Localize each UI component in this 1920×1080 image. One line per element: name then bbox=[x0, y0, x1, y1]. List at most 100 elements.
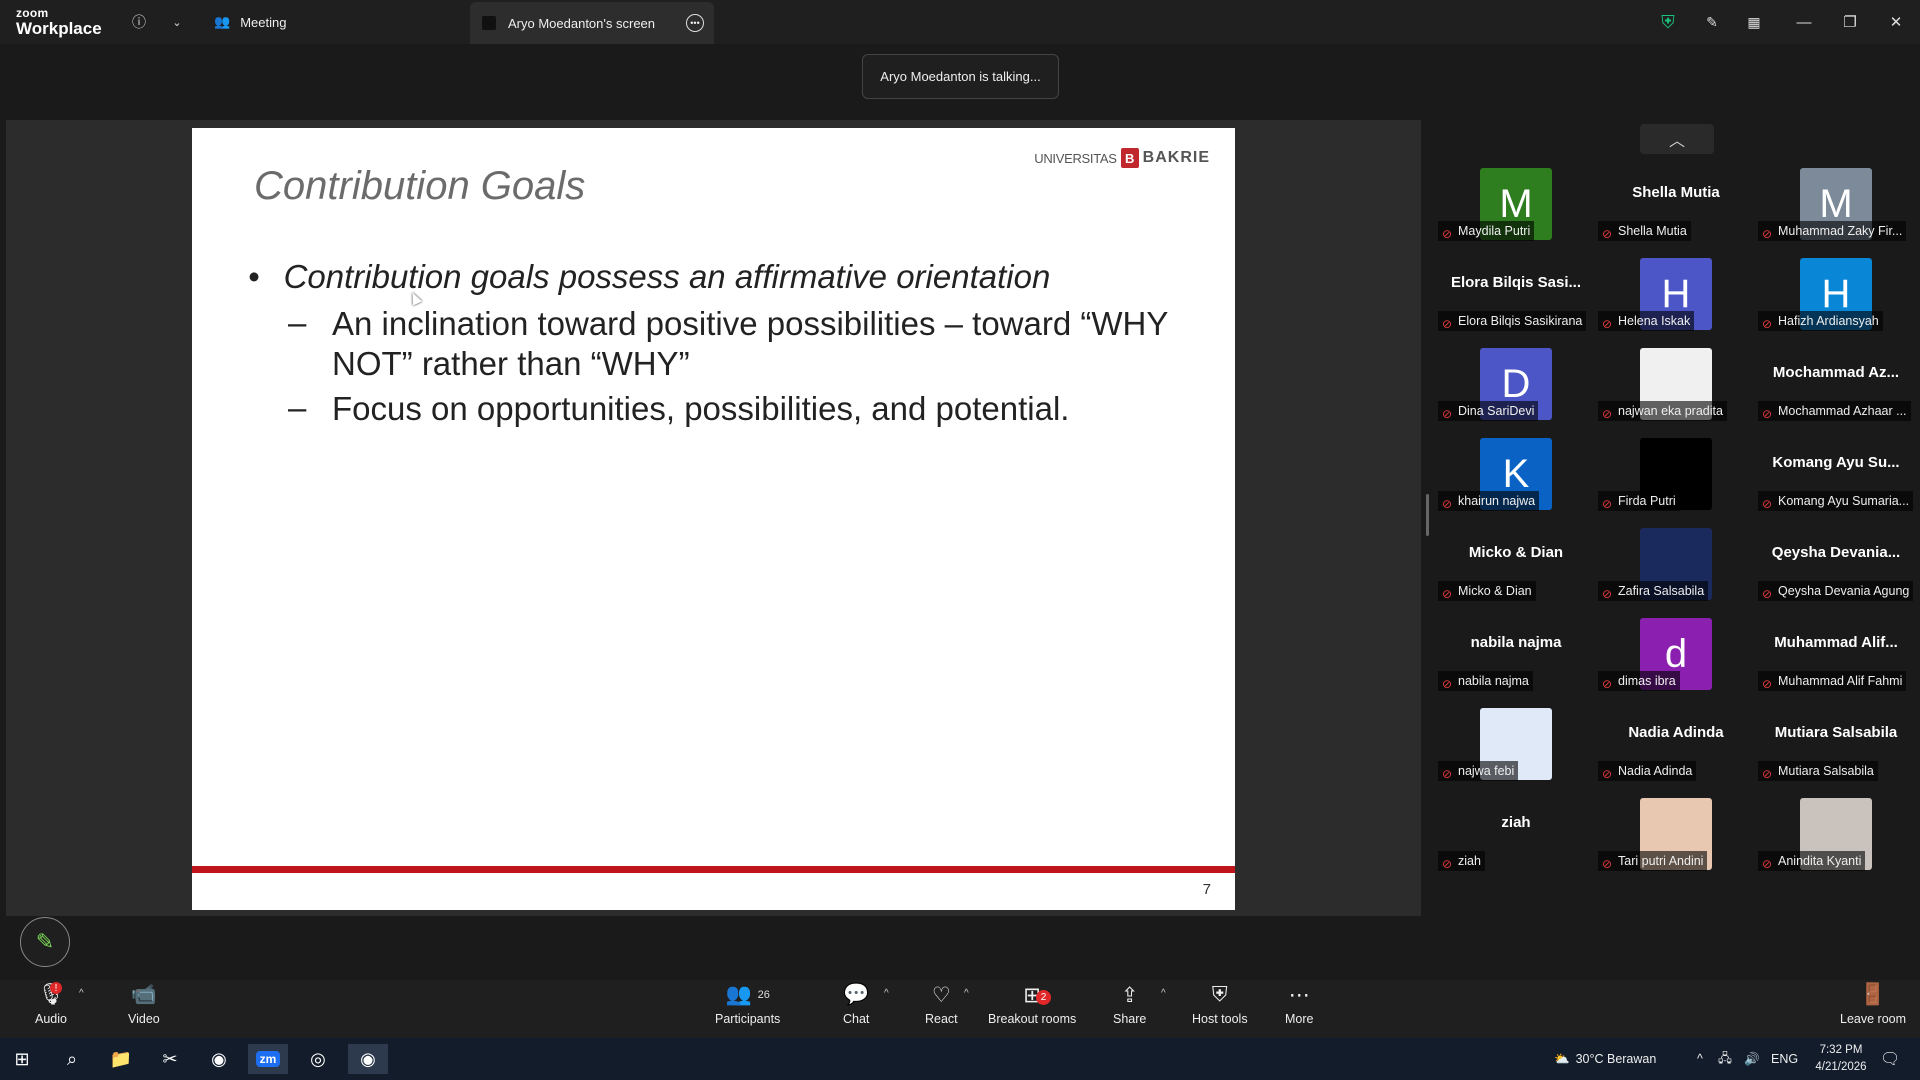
leave-room-button[interactable]: 🚪 Leave room bbox=[1840, 982, 1906, 1026]
audio-caret-icon[interactable]: ^ bbox=[79, 988, 84, 999]
chat-label: Chat bbox=[843, 1012, 870, 1026]
participant-tile[interactable]: ⊘ Firda Putri bbox=[1596, 430, 1756, 516]
tab-shared-screen[interactable]: Aryo Moedanton's screen ••• bbox=[470, 2, 714, 44]
participant-tile[interactable]: ⊘ najwa febi bbox=[1436, 700, 1596, 786]
more-button[interactable]: ⋯ More bbox=[1285, 982, 1314, 1027]
participant-tile[interactable]: ⊘ najwan eka pradita bbox=[1596, 340, 1756, 426]
network-icon[interactable]: 🖧 bbox=[1718, 1038, 1732, 1080]
participant-tile[interactable]: Muhammad Alif... ⊘ Muhammad Alif Fahmi bbox=[1756, 610, 1916, 696]
meeting-toolbar: 🎙 Audio ! ^ 📹 Video 👥 26 Participants 💬 C… bbox=[0, 980, 1920, 1038]
notifications-icon[interactable]: 🗨 bbox=[1880, 1038, 1900, 1080]
volume-icon[interactable]: 🔊 bbox=[1744, 1038, 1760, 1080]
restore-icon[interactable]: ❐ bbox=[1838, 10, 1862, 34]
snipping-tool-icon[interactable]: ✂ bbox=[150, 1044, 190, 1074]
chat-caret-icon[interactable]: ^ bbox=[884, 988, 889, 999]
muted-mic-icon: ⊘ bbox=[1602, 317, 1613, 331]
share-button[interactable]: ⇪ Share bbox=[1113, 982, 1146, 1027]
video-button[interactable]: 📹 Video bbox=[128, 982, 160, 1026]
sub-bullet-2: – Focus on opportunities, possibilities,… bbox=[288, 389, 1212, 429]
participant-name-large: Mochammad Az... bbox=[1772, 364, 1900, 381]
chrome-profile-icon[interactable]: ◉ bbox=[348, 1044, 388, 1074]
logo-line2: Workplace bbox=[16, 19, 102, 38]
muted-mic-icon: ⊘ bbox=[1762, 497, 1773, 511]
muted-mic-icon: ⊘ bbox=[1762, 767, 1773, 781]
zoom-app-icon[interactable]: zm bbox=[248, 1044, 288, 1074]
participant-tile[interactable]: Shella Mutia ⊘ Shella Mutia bbox=[1596, 160, 1756, 246]
participant-tile[interactable]: M ⊘ Muhammad Zaky Fir... bbox=[1756, 160, 1916, 246]
audio-alert-badge: ! bbox=[50, 982, 62, 994]
tab-meeting[interactable]: 👥 Meeting bbox=[214, 8, 286, 36]
react-button[interactable]: ♡ React bbox=[925, 982, 958, 1027]
participant-tile[interactable]: ⊘ Anindita Kyanti bbox=[1756, 790, 1916, 876]
react-caret-icon[interactable]: ^ bbox=[964, 988, 969, 999]
participant-name-label: ⊘ Helena Iskak bbox=[1598, 311, 1695, 331]
participant-tile[interactable]: Komang Ayu Su... ⊘ Komang Ayu Sumaria... bbox=[1756, 430, 1916, 516]
file-explorer-icon[interactable]: 📁 bbox=[101, 1044, 141, 1074]
participant-tile[interactable]: D ⊘ Dina SariDevi bbox=[1436, 340, 1596, 426]
minimize-icon[interactable]: — bbox=[1792, 10, 1816, 34]
clock[interactable]: 7:32 PM 4/21/2026 bbox=[1806, 1042, 1876, 1076]
chevron-down-icon[interactable]: ⌄ bbox=[165, 10, 189, 34]
pen-icon[interactable]: ✎ bbox=[1700, 10, 1724, 34]
sub-bullet-2-text: Focus on opportunities, possibilities, a… bbox=[332, 390, 1070, 427]
leave-label: Leave room bbox=[1840, 1012, 1907, 1026]
participant-tile[interactable]: ⊘ Tari putri Andini bbox=[1596, 790, 1756, 876]
participant-tile[interactable]: Mochammad Az... ⊘ Mochammad Azhaar ... bbox=[1756, 340, 1916, 426]
participants-label: Participants bbox=[715, 1012, 781, 1026]
muted-mic-icon: ⊘ bbox=[1442, 407, 1453, 421]
participant-name-text: Micko & Dian bbox=[1458, 584, 1532, 598]
gallery-resize-handle[interactable] bbox=[1426, 494, 1429, 536]
shield-icon[interactable]: ⛨ bbox=[1656, 10, 1680, 34]
participant-name-label: ⊘ Anindita Kyanti bbox=[1758, 851, 1866, 871]
participant-tile[interactable]: d ⊘ dimas ibra bbox=[1596, 610, 1756, 696]
tray-overflow-icon[interactable]: ^ bbox=[1697, 1038, 1703, 1080]
participant-name-label: ⊘ Hafizh Ardiansyah bbox=[1758, 311, 1883, 331]
participant-name-label: ⊘ najwa febi bbox=[1438, 761, 1519, 781]
close-icon[interactable]: ✕ bbox=[1884, 10, 1908, 34]
participant-tile[interactable]: Mutiara Salsabila ⊘ Mutiara Salsabila bbox=[1756, 700, 1916, 786]
people-icon: 👥 bbox=[214, 14, 231, 29]
participant-name-large: Mutiara Salsabila bbox=[1774, 724, 1898, 741]
camera-app-icon[interactable]: ◎ bbox=[298, 1044, 338, 1074]
info-icon[interactable]: ⓘ bbox=[127, 10, 151, 34]
participant-tile[interactable]: ⊘ Zafira Salsabila bbox=[1596, 520, 1756, 606]
react-icon: ♡ bbox=[931, 983, 951, 1007]
share-caret-icon[interactable]: ^ bbox=[1161, 988, 1166, 999]
participant-tile[interactable]: Micko & Dian ⊘ Micko & Dian bbox=[1436, 520, 1596, 606]
participant-tile[interactable]: nabila najma ⊘ nabila najma bbox=[1436, 610, 1596, 696]
participant-tile[interactable]: ziah ⊘ ziah bbox=[1436, 790, 1596, 876]
participant-tile[interactable]: Elora Bilqis Sasi... ⊘ Elora Bilqis Sasiki… bbox=[1436, 250, 1596, 336]
more-options-icon[interactable]: ••• bbox=[686, 14, 704, 32]
participant-tile[interactable]: Nadia Adinda ⊘ Nadia Adinda bbox=[1596, 700, 1756, 786]
chrome-icon[interactable]: ◉ bbox=[199, 1044, 239, 1074]
participant-name-text: Maydila Putri bbox=[1458, 224, 1531, 238]
participant-name-text: Muhammad Alif Fahmi bbox=[1778, 674, 1903, 688]
participant-name-text: Elora Bilqis Sasikirana bbox=[1458, 314, 1583, 328]
participant-tile[interactable]: Qeysha Devania... ⊘ Qeysha Devania Agung bbox=[1756, 520, 1916, 606]
participant-tile[interactable]: M ⊘ Maydila Putri bbox=[1436, 160, 1596, 246]
breakout-rooms-button[interactable]: ⊞ Breakout rooms bbox=[988, 982, 1076, 1027]
host-tools-button[interactable]: ⛨ Host tools bbox=[1192, 982, 1248, 1026]
chat-button[interactable]: 💬 Chat bbox=[843, 982, 869, 1026]
participant-tile[interactable]: H ⊘ Helena Iskak bbox=[1596, 250, 1756, 336]
weather-widget[interactable]: ⛅ 30°C Berawan bbox=[1554, 1038, 1656, 1080]
more-label: More bbox=[1285, 1012, 1314, 1026]
participant-tile[interactable]: H ⊘ Hafizh Ardiansyah bbox=[1756, 250, 1916, 336]
gallery-scroll-up-button[interactable]: ︿ bbox=[1640, 124, 1714, 154]
participant-name-label: ⊘ khairun najwa bbox=[1438, 491, 1540, 511]
muted-mic-icon: ⊘ bbox=[1442, 317, 1453, 331]
participants-button[interactable]: 👥 26 Participants bbox=[715, 982, 780, 1026]
participant-name-text: Anindita Kyanti bbox=[1778, 854, 1862, 868]
windows-start-icon[interactable]: ⊞ bbox=[2, 1044, 42, 1074]
participant-name-text: Nadia Adinda bbox=[1618, 764, 1693, 778]
participant-name-label: ⊘ Firda Putri bbox=[1598, 491, 1680, 511]
search-icon[interactable]: ⌕ bbox=[52, 1044, 92, 1074]
participant-tile[interactable]: K ⊘ khairun najwa bbox=[1436, 430, 1596, 516]
language-indicator[interactable]: ENG bbox=[1771, 1038, 1798, 1080]
slide-title: Contribution Goals bbox=[254, 164, 586, 208]
annotate-button[interactable]: ✎ bbox=[20, 917, 70, 967]
layout-icon[interactable]: ▦ bbox=[1742, 10, 1766, 34]
sub-bullet-1: – An inclination toward positive possibi… bbox=[288, 304, 1212, 384]
tab-screen-label: Aryo Moedanton's screen bbox=[508, 15, 656, 31]
participant-name-label: ⊘ Qeysha Devania Agung bbox=[1758, 581, 1914, 601]
